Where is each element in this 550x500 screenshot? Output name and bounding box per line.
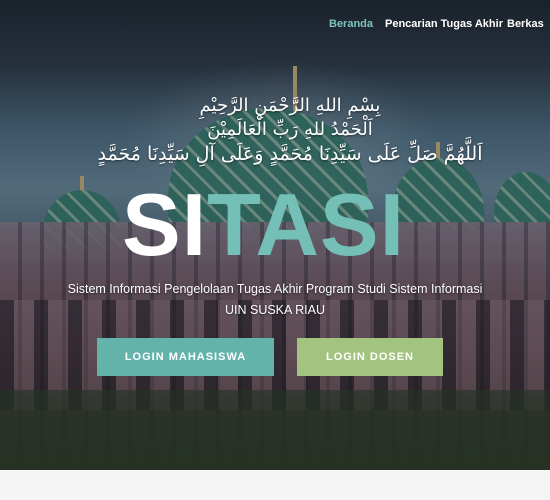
- login-dosen-button[interactable]: LOGIN DOSEN: [297, 338, 443, 376]
- shalawat-text: اَللَّهُمَّ صَلِّ عَلَى سَيِّدِنَا مُحَم…: [97, 143, 483, 165]
- brand-logo-text: SITASI: [122, 180, 422, 270]
- brand-tasi: TASI: [207, 175, 406, 274]
- nav-beranda[interactable]: Beranda: [329, 18, 373, 30]
- institution-name: UIN SUSKA RIAU: [224, 303, 326, 317]
- hero-section: Beranda Pencarian Tugas Akhir Berkas بِس…: [0, 0, 550, 470]
- login-mahasiswa-button[interactable]: LOGIN MAHASISWA: [97, 338, 274, 376]
- nav-pencarian-tugas-akhir[interactable]: Pencarian Tugas Akhir: [385, 18, 503, 30]
- hero-subtitle: Sistem Informasi Pengelolaan Tugas Akhir…: [67, 282, 483, 296]
- page-bottom-area: [0, 470, 550, 500]
- brand-si: SI: [122, 175, 208, 274]
- basmalah-text: بِسْمِ اللهِ الرَّحْمَنِ الرَّحِيْمِ: [199, 95, 381, 116]
- nav-berkas[interactable]: Berkas: [507, 18, 544, 30]
- hamdalah-text: اَلْحَمْدُ للهِ رَبِّ الْعَالَمِيْنَ: [207, 119, 373, 140]
- top-navbar: Beranda Pencarian Tugas Akhir Berkas: [0, 0, 550, 48]
